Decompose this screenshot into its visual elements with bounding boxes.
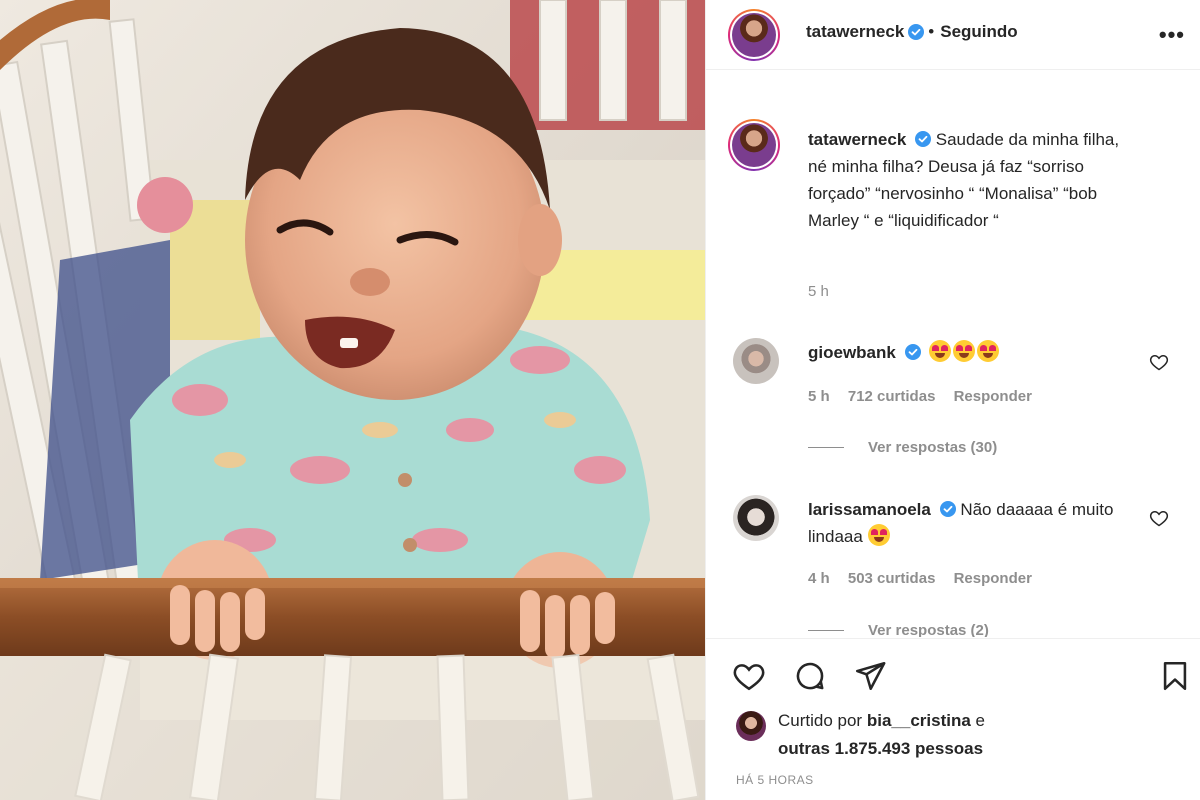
verified-badge-icon [908, 24, 925, 40]
liker-avatar[interactable] [736, 711, 766, 741]
comment-like-heart-icon[interactable] [1149, 352, 1169, 372]
heart-eyes-emoji-icon [867, 524, 892, 546]
post-header: tatawerneck • Seguindo ••• [706, 0, 1200, 70]
author-username[interactable]: tatawerneck [806, 22, 904, 42]
reply-button[interactable]: Responder [954, 388, 1032, 405]
post-actions: Curtido por bia__cristina e outras 1.875… [706, 638, 1200, 800]
following-button[interactable]: Seguindo [940, 22, 1017, 42]
heart-eyes-emoji-icon [929, 340, 1001, 362]
post-detail-panel: tatawerneck • Seguindo ••• tatawerneck S… [705, 0, 1200, 800]
separator-dot: • [928, 22, 935, 41]
replies-divider [808, 630, 844, 631]
view-replies-label: Ver respostas (2) [868, 622, 989, 637]
author-avatar[interactable] [728, 9, 780, 61]
likes-summary[interactable]: Curtido por bia__cristina e outras 1.875… [778, 707, 1078, 763]
comments-section: tatawerneck Saudade da minha filha, né m… [706, 71, 1200, 637]
caption-username[interactable]: tatawerneck [808, 130, 906, 149]
more-options-icon[interactable]: ••• [1159, 22, 1185, 48]
comment-item: larissamanoela Não daaaaa é muito lindaa… [808, 496, 1128, 550]
replies-divider [808, 447, 844, 448]
reply-button[interactable]: Responder [954, 570, 1032, 587]
post-image[interactable] [0, 0, 705, 800]
comment-icon[interactable] [793, 659, 827, 693]
share-icon[interactable] [853, 659, 887, 693]
comment-likes[interactable]: 503 curtidas [848, 570, 936, 587]
comment-username[interactable]: gioewbank [808, 343, 896, 362]
comment-meta: 5 h 712 curtidas Responder [808, 388, 1046, 405]
baby-photo [0, 0, 705, 800]
view-replies-button[interactable]: Ver respostas (2) [808, 622, 989, 637]
post-caption: tatawerneck Saudade da minha filha, né m… [808, 126, 1138, 234]
comment-meta: 4 h 503 curtidas Responder [808, 570, 1046, 587]
comment-time: 4 h [808, 570, 830, 587]
likes-prefix: Curtido por [778, 711, 863, 730]
caption-time: 5 h [808, 283, 829, 300]
verified-badge-icon [939, 501, 956, 517]
verified-badge-icon [904, 344, 921, 360]
view-replies-label: Ver respostas (30) [868, 439, 998, 456]
likes-others[interactable]: outras 1.875.493 pessoas [778, 739, 983, 758]
comment-likes[interactable]: 712 curtidas [848, 388, 936, 405]
comment-item: gioewbank [808, 339, 1128, 366]
view-replies-button[interactable]: Ver respostas (30) [808, 439, 997, 456]
comment-time: 5 h [808, 388, 830, 405]
comment-like-heart-icon[interactable] [1149, 508, 1169, 528]
verified-badge-icon [915, 131, 932, 147]
likes-mid: e [975, 711, 985, 730]
heart-icon[interactable] [732, 659, 766, 693]
commenter-avatar[interactable] [733, 495, 779, 541]
commenter-avatar[interactable] [733, 338, 779, 384]
comment-username[interactable]: larissamanoela [808, 500, 931, 519]
bookmark-icon[interactable] [1158, 659, 1192, 693]
liker-username[interactable]: bia__cristina [867, 711, 971, 730]
caption-avatar[interactable] [728, 119, 780, 171]
post-timestamp: HÁ 5 HORAS [736, 773, 814, 787]
